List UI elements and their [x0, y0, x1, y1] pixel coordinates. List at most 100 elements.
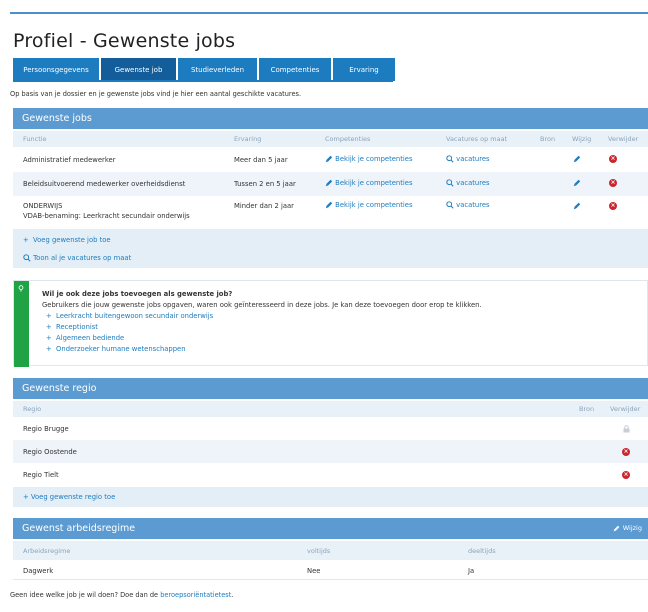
edit-pencil-icon[interactable] [573, 202, 581, 210]
jobs-actions-bar: + Voeg gewenste job toe Toon al je vacat… [13, 229, 648, 268]
plus-icon: + [23, 236, 29, 244]
delete-icon[interactable]: × [609, 155, 617, 163]
suggestion-item[interactable]: + Leerkracht buitengewoon secundair onde… [46, 312, 213, 320]
regime-edit-button[interactable]: Wijzig [613, 524, 642, 532]
table-row: Regio Brugge [13, 418, 648, 440]
table-row: ONDERWIJS VDAB-benaming: Leerkracht secu… [13, 196, 648, 229]
voltijds-value: Nee [307, 567, 321, 575]
all-vacatures-label: Toon al je vacatures op maat [33, 254, 132, 262]
vacatures-link-label: vacatures [456, 155, 490, 163]
col-competenties: Competenties [325, 135, 371, 143]
beroepsorientatietest-link[interactable]: beroepsoriëntatietest [160, 591, 231, 599]
plus-icon: + [23, 493, 29, 501]
regime-column-headers: Arbeidsregime voltijds deeltijds [13, 541, 648, 560]
edit-pencil-icon[interactable] [573, 155, 581, 163]
delete-icon[interactable]: × [622, 448, 630, 456]
suggestion-text: Gebruikers die jouw gewenste jobs opgave… [42, 301, 482, 309]
lightbulb-icon [18, 285, 24, 292]
delete-icon[interactable]: × [609, 202, 617, 210]
search-icon [446, 179, 454, 187]
deeltijds-value: Ja [468, 567, 475, 575]
search-icon [23, 254, 31, 262]
job-ervaring: Meer dan 5 jaar [234, 156, 288, 164]
delete-icon[interactable]: × [622, 471, 630, 479]
competenties-link-label: Bekijk je competenties [335, 179, 413, 187]
vacatures-link-label: vacatures [456, 201, 490, 209]
regime-value: Dagwerk [23, 567, 54, 575]
job-ervaring: Tussen 2 en 5 jaar [234, 180, 296, 188]
competenties-link[interactable]: Bekijk je competenties [325, 155, 413, 163]
add-regio-link[interactable]: + Voeg gewenste regio toe [23, 493, 115, 501]
tab-ervaring[interactable]: Ervaring [333, 58, 395, 81]
col-bron: Bron [579, 405, 595, 413]
suggestion-item-label: Algemeen bediende [56, 334, 125, 342]
table-row: Dagwerk Nee Ja [13, 560, 648, 580]
job-functie: ONDERWIJS [23, 202, 63, 210]
jobs-panel-header: Gewenste jobs [13, 108, 648, 129]
regio-panel-title: Gewenste regio [22, 383, 97, 394]
regime-panel-title: Gewenst arbeidsregime [22, 523, 136, 534]
col-bron: Bron [540, 135, 556, 143]
regio-panel-header: Gewenste regio [13, 378, 648, 399]
footer-text-start: Geen idee welke job je wil doen? Doe dan… [10, 591, 161, 599]
tab-competenties[interactable]: Competenties [259, 58, 331, 81]
table-row: Regio Oostende × [13, 440, 648, 463]
col-voltijds: voltijds [307, 547, 331, 555]
top-accent-line [10, 12, 648, 14]
profile-tabs: Persoonsgegevens Gewenste job Studieverl… [13, 58, 397, 81]
footer-text-end: . [231, 591, 234, 599]
pencil-icon [325, 201, 333, 209]
col-deeltijds: deeltijds [468, 547, 496, 555]
competenties-link-label: Bekijk je competenties [335, 201, 413, 209]
tab-studieverleden[interactable]: Studieverleden [178, 58, 257, 81]
col-verwijder: Verwijder [610, 405, 641, 413]
pencil-icon [613, 525, 620, 531]
col-functie: Functie [23, 135, 47, 143]
tab-persoonsgegevens[interactable]: Persoonsgegevens [13, 58, 99, 81]
col-verwijder: Verwijder [608, 135, 639, 143]
regime-edit-label: Wijzig [622, 524, 642, 532]
regio-name: Regio Tielt [23, 471, 59, 479]
intro-text: Op basis van je dossier en je gewenste j… [10, 90, 302, 98]
col-regio: Regio [23, 405, 42, 413]
job-functie: Beleidsuitvoerend medewerker overheidsdi… [23, 180, 186, 188]
vacatures-link-label: vacatures [456, 179, 490, 187]
tab-underline [13, 80, 393, 82]
competenties-link-label: Bekijk je competenties [335, 155, 413, 163]
col-vacatures: Vacatures op maat [446, 135, 508, 143]
regio-name: Regio Brugge [23, 425, 69, 433]
table-row: Administratief medewerker Meer dan 5 jaa… [13, 148, 648, 172]
job-suggestions-box: Wil je ook deze jobs toevoegen als gewen… [13, 280, 648, 367]
add-regio-label: Voeg gewenste regio toe [30, 493, 116, 501]
suggestion-item-label: Leerkracht buitengewoon secundair onderw… [56, 312, 214, 320]
all-vacatures-link[interactable]: Toon al je vacatures op maat [23, 254, 131, 262]
jobs-panel-title: Gewenste jobs [22, 113, 92, 124]
col-arbeidsregime: Arbeidsregime [23, 547, 71, 555]
suggestion-item[interactable]: + Onderzoeker humane wetenschappen [46, 345, 186, 353]
tab-gewenste-job[interactable]: Gewenste job [101, 58, 176, 81]
delete-icon[interactable]: × [609, 179, 617, 187]
regio-column-headers: Regio Bron Verwijder [13, 401, 648, 417]
competenties-link[interactable]: Bekijk je competenties [325, 179, 413, 187]
footer-text: Geen idee welke job je wil doen? Doe dan… [10, 591, 233, 599]
edit-pencil-icon[interactable] [573, 179, 581, 187]
jobs-column-headers: Functie Ervaring Competenties Vacatures … [13, 131, 648, 147]
job-ervaring: Minder dan 2 jaar [234, 202, 294, 210]
vacatures-link[interactable]: vacatures [446, 201, 490, 209]
regio-actions-bar: + Voeg gewenste regio toe [13, 487, 648, 507]
add-job-label: Voeg gewenste job toe [33, 236, 111, 244]
vacatures-link[interactable]: vacatures [446, 155, 490, 163]
vacatures-link[interactable]: vacatures [446, 179, 490, 187]
search-icon [446, 155, 454, 163]
suggestion-item[interactable]: + Algemeen bediende [46, 334, 124, 342]
page-title: Profiel - Gewenste jobs [13, 30, 236, 52]
competenties-link[interactable]: Bekijk je competenties [325, 201, 413, 209]
suggestion-item-label: Onderzoeker humane wetenschappen [56, 345, 186, 353]
pencil-icon [325, 179, 333, 187]
suggestion-item[interactable]: + Receptionist [46, 323, 98, 331]
col-wijzig: Wijzig [572, 135, 592, 143]
lock-icon [623, 425, 630, 433]
regime-panel-header: Gewenst arbeidsregime Wijzig [13, 518, 648, 539]
search-icon [446, 201, 454, 209]
add-job-link[interactable]: + Voeg gewenste job toe [23, 236, 111, 244]
